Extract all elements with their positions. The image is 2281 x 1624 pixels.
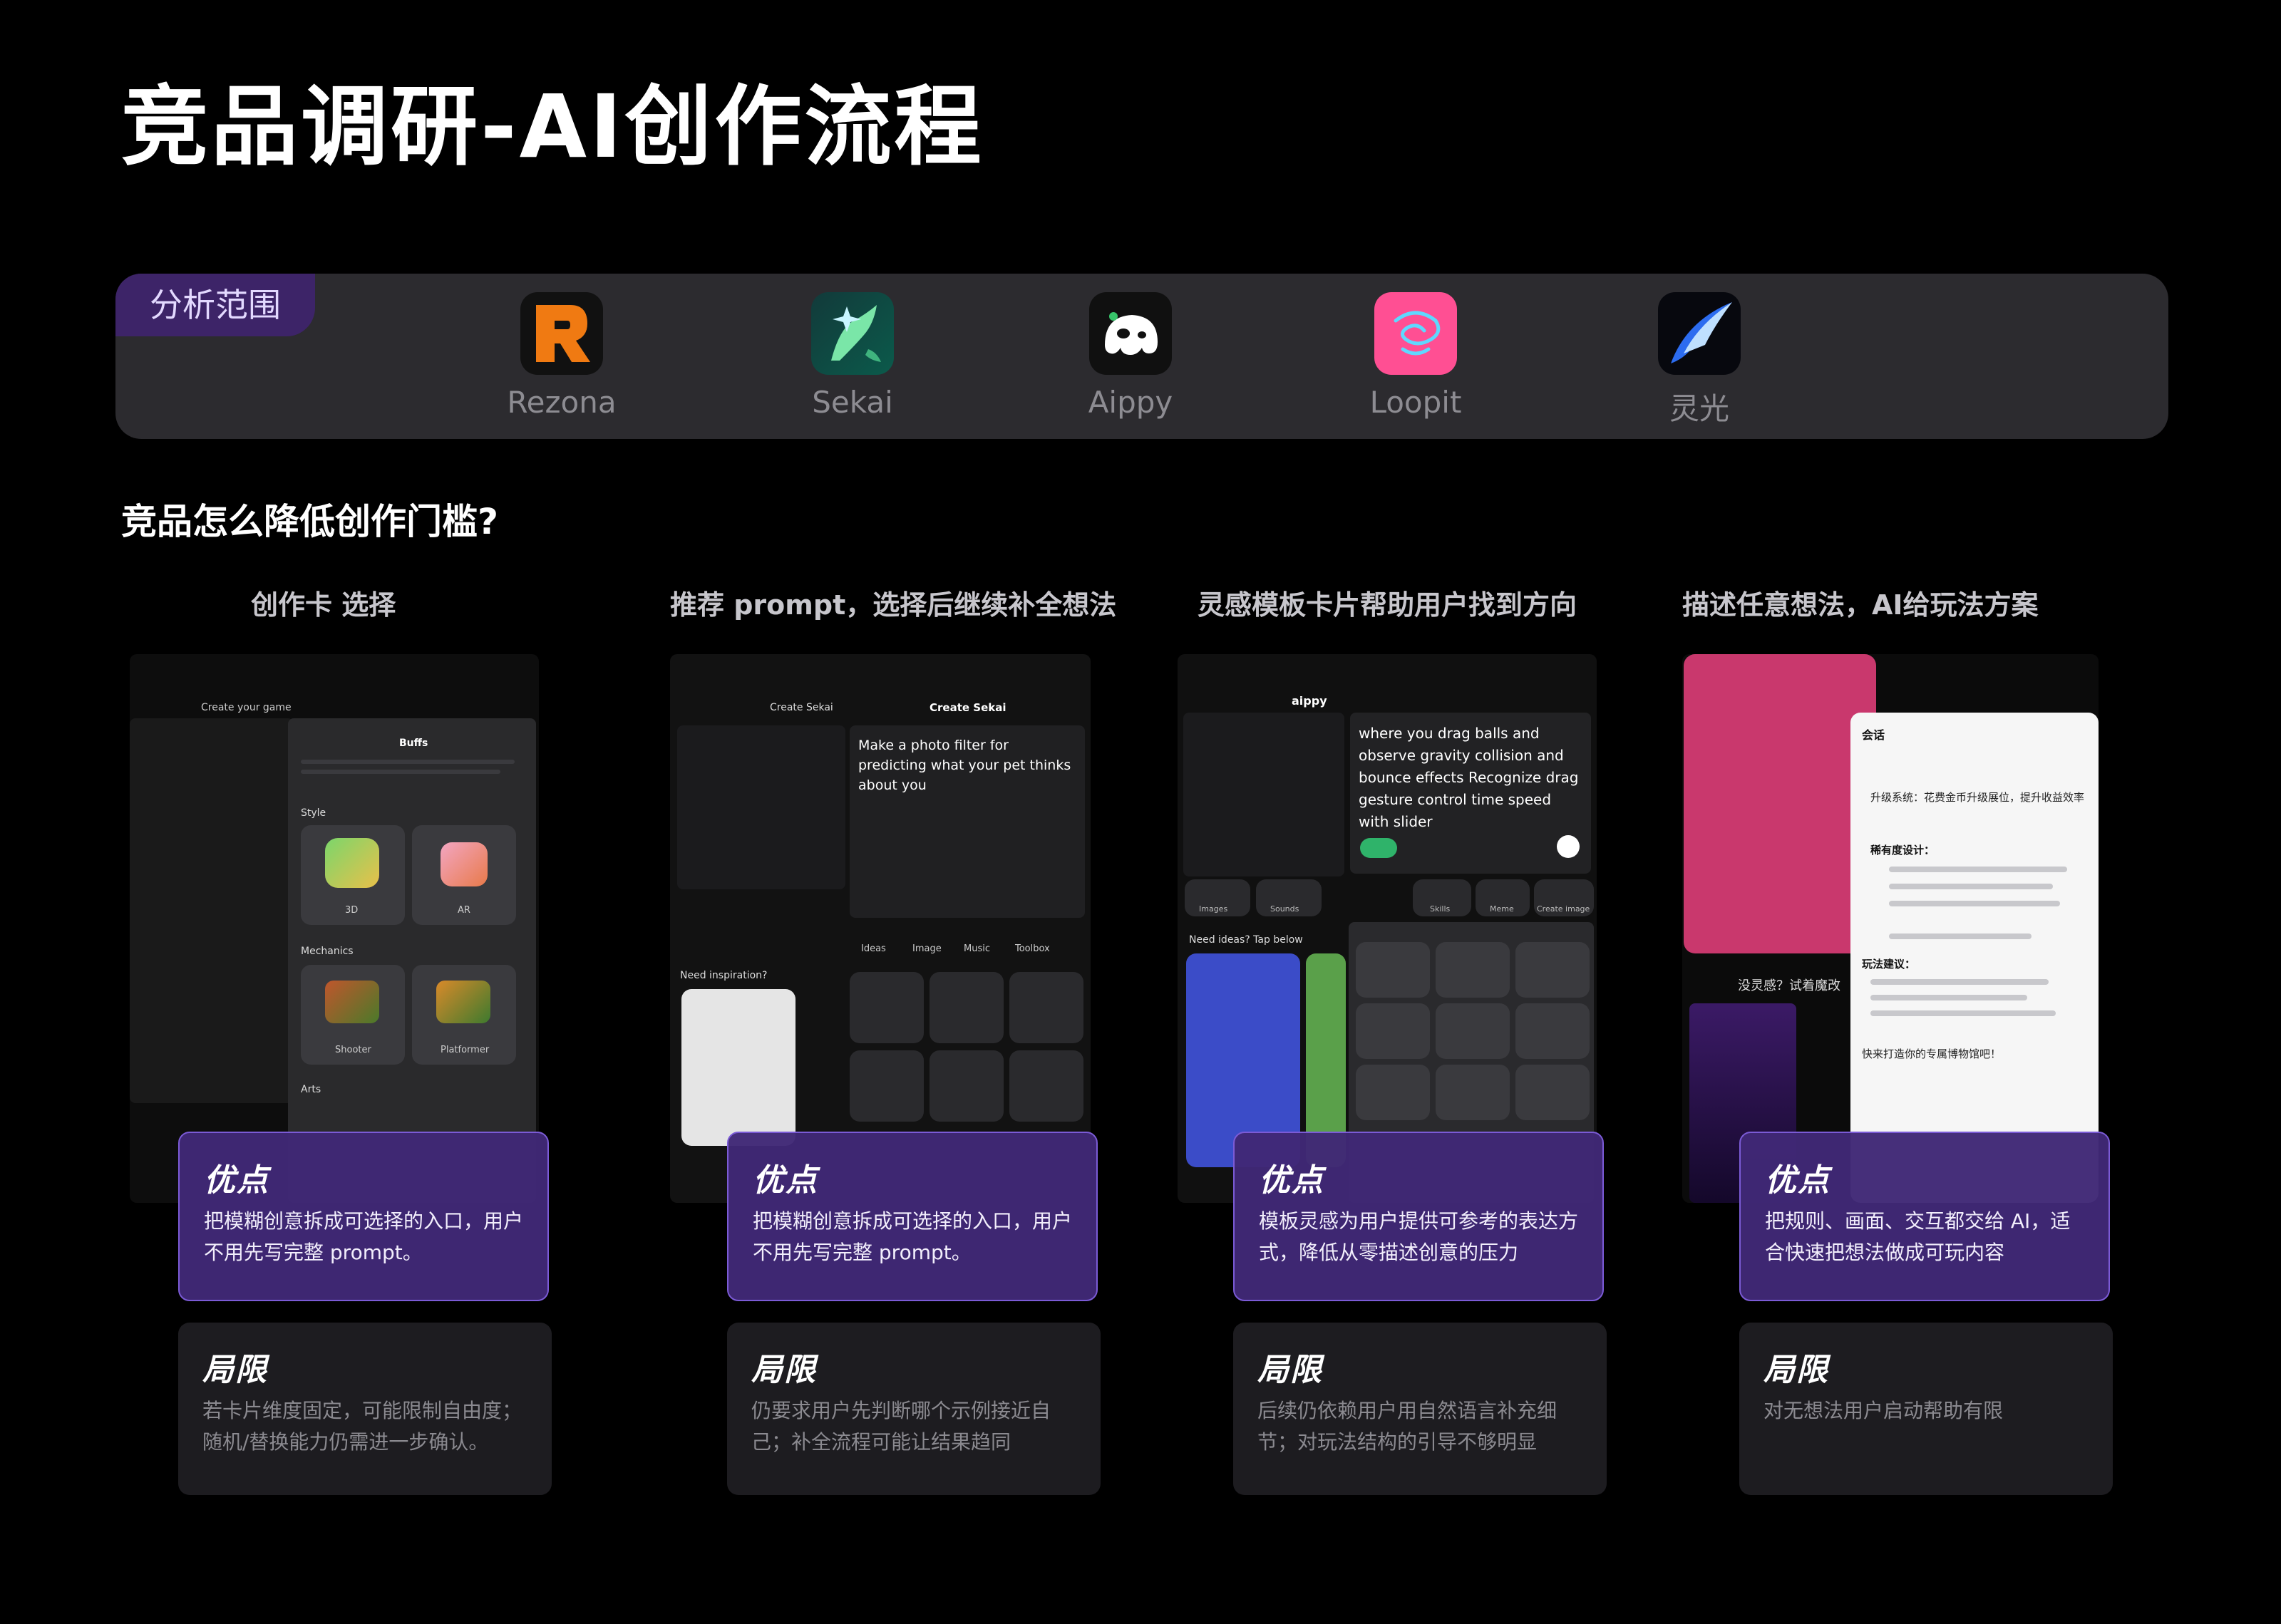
limitation-card: 局限 后续仍依赖用户用自然语言补充细节；对玩法结构的引导不够明显 xyxy=(1233,1323,1607,1495)
section-label: Mechanics xyxy=(301,946,354,957)
app-loopit[interactable]: Loopit xyxy=(1323,292,1508,420)
template-preview[interactable] xyxy=(681,989,795,1146)
limitation-text: 后续仍依赖用户用自然语言补充细节；对玩法结构的引导不够明显 xyxy=(1257,1399,1557,1454)
card-shooter[interactable]: Shooter xyxy=(301,965,405,1065)
rezona-logo-icon xyxy=(520,292,603,375)
limitation-label: 局限 xyxy=(200,1344,299,1391)
app-header: aippy xyxy=(1292,694,1327,708)
prompt-text: Make a photo filter for predicting what … xyxy=(858,738,1071,793)
column-heading: 推荐 prompt，选择后继续补全想法 xyxy=(670,589,1117,621)
section-label: Arts xyxy=(301,1084,321,1095)
screenshot-lingguang: 没灵感？试着魔改 会话 升级系统：花费金币升级展位，提升收益效率 稀有度设计： … xyxy=(1682,654,2099,1203)
column-heading: 创作卡 选择 xyxy=(251,589,396,621)
section-question: 竞品怎么降低创作门槛? xyxy=(121,501,499,542)
scope-tag: 分析范围 xyxy=(115,274,315,336)
limitation-card: 局限 仍要求用户先判断哪个示例接近自己；补全流程可能让结果趋同 xyxy=(727,1323,1101,1495)
advantage-label: 优点 xyxy=(1256,1154,1356,1201)
app-name: Sekai xyxy=(812,385,893,420)
section-label: Style xyxy=(301,807,326,819)
limitation-label: 局限 xyxy=(1761,1344,1860,1391)
aippy-logo-icon xyxy=(1089,292,1172,375)
column-heading: 描述任意想法，AI给玩法方案 xyxy=(1682,589,2039,621)
limitation-text: 若卡片维度固定，可能限制自由度；随机/替换能力仍需进一步确认。 xyxy=(202,1399,522,1454)
app-lingguang[interactable]: 灵光 xyxy=(1607,292,1792,428)
advantage-text: 把模糊创意拆成可选择的入口，用户不用先写完整 prompt。 xyxy=(204,1209,524,1264)
limitation-text: 对无想法用户启动帮助有限 xyxy=(1763,1399,2004,1422)
creation-panel xyxy=(1684,654,1876,953)
screenshot-aippy: aippy where you drag balls and observe g… xyxy=(1178,654,1597,1203)
sheet-title: Buffs xyxy=(399,738,428,749)
send-button[interactable] xyxy=(1557,835,1580,858)
advantage-label: 优点 xyxy=(1762,1154,1862,1201)
screenshot-rezona: Create your game Buffs Style 3D AR Mecha… xyxy=(130,654,539,1203)
limitation-card: 局限 若卡片维度固定，可能限制自由度；随机/替换能力仍需进一步确认。 xyxy=(178,1323,552,1495)
toggle-switch[interactable] xyxy=(1360,838,1397,858)
advantage-text: 把规则、画面、交互都交给 AI，适合快速把想法做成可玩内容 xyxy=(1765,1209,2071,1264)
prompt-box-left xyxy=(677,725,845,889)
inspiration-label: Need inspiration? xyxy=(680,970,768,981)
app-sekai[interactable]: Sekai xyxy=(760,292,945,420)
advantage-card: 优点 把模糊创意拆成可选择的入口，用户不用先写完整 prompt。 xyxy=(727,1132,1098,1301)
app-name: 灵光 xyxy=(1669,391,1729,426)
chat-title: 会话 xyxy=(1862,728,1885,742)
prompt-panel xyxy=(130,718,294,1103)
column-heading: 灵感模板卡片帮助用户找到方向 xyxy=(1198,589,1577,621)
limitation-text: 仍要求用户先判断哪个示例接近自己；补全流程可能让结果趋同 xyxy=(751,1399,1051,1454)
app-name: Loopit xyxy=(1369,385,1462,420)
idea-text: where you drag balls and observe gravity… xyxy=(1359,725,1579,830)
ideas-label: Need ideas? Tap below xyxy=(1189,934,1303,946)
screen-title: Create Sekai xyxy=(770,702,833,713)
lingguang-logo-icon xyxy=(1658,292,1741,375)
advantage-card: 优点 模板灵感为用户提供可参考的表达方式，降低从零描述创意的压力 xyxy=(1233,1132,1604,1301)
card-3d[interactable]: 3D xyxy=(301,825,405,925)
analysis-scope-bar: 分析范围 Rezona Sekai Aippy Loopit 灵光 xyxy=(115,274,2168,439)
card-ar[interactable]: AR xyxy=(412,825,516,925)
card-platformer[interactable]: Platformer xyxy=(412,965,516,1065)
page-title: 竞品调研-AI创作流程 xyxy=(121,76,984,177)
advantage-card: 优点 把规则、画面、交互都交给 AI，适合快速把想法做成可玩内容 xyxy=(1739,1132,2110,1301)
app-name: Rezona xyxy=(507,385,617,420)
inspire-label: 没灵感？试着魔改 xyxy=(1738,978,1840,993)
limitation-card: 局限 对无想法用户启动帮助有限 xyxy=(1739,1323,2113,1495)
advantage-text: 把模糊创意拆成可选择的入口，用户不用先写完整 prompt。 xyxy=(753,1209,1073,1264)
app-aippy[interactable]: Aippy xyxy=(1038,292,1223,420)
app-rezona[interactable]: Rezona xyxy=(469,292,654,420)
advantage-card: 优点 把模糊创意拆成可选择的入口，用户不用先写完整 prompt。 xyxy=(178,1132,549,1301)
app-name: Aippy xyxy=(1088,385,1173,420)
limitation-label: 局限 xyxy=(748,1344,848,1391)
screen-title: Create your game xyxy=(201,702,292,713)
advantage-text: 模板灵感为用户提供可参考的表达方式，降低从零描述创意的压力 xyxy=(1259,1209,1579,1264)
sekai-logo-icon xyxy=(811,292,894,375)
loopit-logo-icon xyxy=(1374,292,1457,375)
advantage-label: 优点 xyxy=(201,1154,301,1201)
limitation-label: 局限 xyxy=(1255,1344,1354,1391)
advantage-label: 优点 xyxy=(750,1154,850,1201)
screen-title: Create Sekai xyxy=(930,701,1006,714)
screenshot-sekai: Create Sekai Create Sekai Make a photo f… xyxy=(670,654,1091,1203)
